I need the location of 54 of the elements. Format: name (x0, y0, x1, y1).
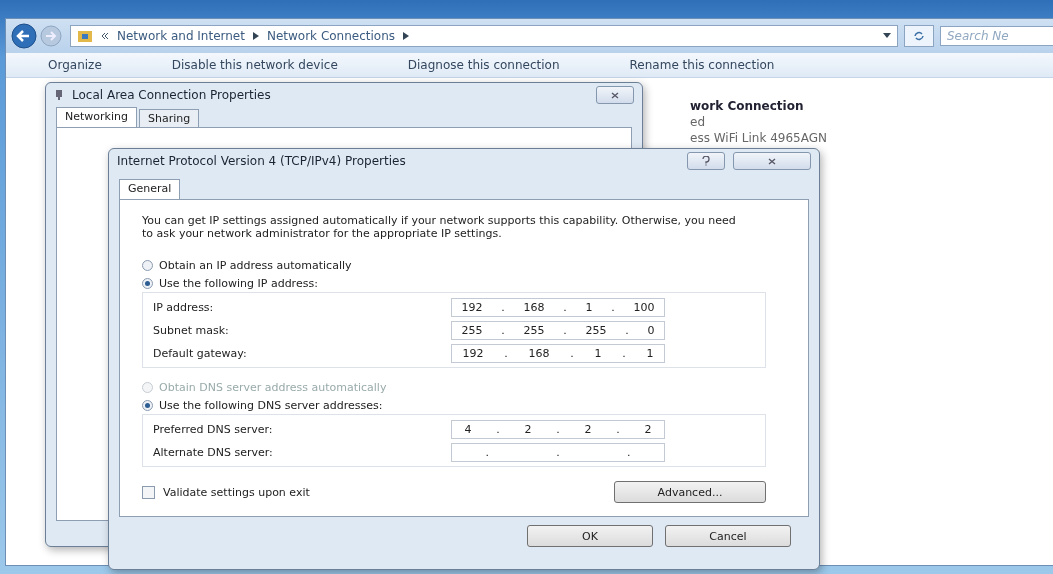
toolbar-item[interactable]: Rename this connection (629, 58, 775, 72)
radio-label: Use the following DNS server addresses: (159, 398, 383, 412)
ip-address-field[interactable]: . . . (451, 442, 665, 462)
radio-button[interactable] (142, 399, 153, 411)
ip-address-field[interactable]: 4 . 2 . 2 . 2 (451, 419, 665, 439)
advanced-button[interactable]: Advanced... (614, 481, 766, 503)
field-label: IP address: (153, 300, 214, 314)
ip-address-field[interactable]: 255 . 255 . 255 . 0 (451, 320, 665, 340)
breadcrumb-item[interactable]: Network Connections (266, 29, 396, 43)
window-title: Local Area Connection Properties (72, 88, 272, 102)
window-title: Internet Protocol Version 4 (TCP/IPv4) Properties (117, 154, 407, 168)
radio-label: Obtain DNS server address automatically (159, 380, 387, 394)
field-label: Alternate DNS server: (153, 445, 273, 459)
breadcrumb-item[interactable]: Network and Internet (117, 29, 245, 43)
connection-status: ed (690, 115, 706, 129)
connection-name: work Connection (690, 99, 805, 113)
radio-label: Use the following IP address: (159, 276, 318, 290)
field-label: Preferred DNS server: (153, 422, 273, 436)
refresh-button[interactable] (904, 25, 934, 47)
dialog-button[interactable]: OK (527, 525, 653, 547)
back-icon[interactable] (10, 22, 38, 50)
checkbox-label: Validate settings upon exit (163, 485, 310, 499)
chevron-icon[interactable] (252, 32, 259, 40)
radio-button[interactable] (142, 259, 153, 271)
toolbar-item[interactable]: Organize (48, 58, 102, 72)
intro-text: You can get IP settings assigned automatically if your network supports this capability. Otherwise, you need to ask your network administrator for the appropriate IP settings. (142, 214, 737, 240)
field-label: Subnet mask: (153, 323, 229, 337)
radio-button[interactable] (142, 277, 153, 289)
address-bar[interactable]: Network and Internet Network Connections (70, 25, 898, 47)
double-chevron-icon (101, 32, 109, 40)
network-icon (54, 89, 64, 101)
tab[interactable]: General (119, 179, 181, 199)
radio-label: Obtain an IP address automatically (159, 258, 352, 272)
adapter-name: ess WiFi Link 4965AGN (690, 131, 827, 145)
tab[interactable]: Sharing (138, 109, 200, 127)
toolbar-item[interactable]: Disable this network device (171, 58, 338, 72)
dialog-button[interactable]: Cancel (665, 525, 791, 547)
ip-address-field[interactable]: 192 . 168 . 1 . 1 (451, 343, 665, 363)
search-field[interactable]: Search Ne (940, 26, 1053, 46)
ip-address-field[interactable]: 192 . 168 . 1 . 100 (451, 297, 665, 317)
checkbox[interactable] (142, 485, 155, 499)
close-icon (768, 157, 776, 165)
close-button[interactable] (596, 86, 634, 104)
chevron-icon[interactable] (403, 32, 410, 40)
close-button[interactable] (733, 152, 811, 170)
help-button[interactable] (687, 152, 725, 170)
help-icon (702, 156, 710, 166)
network-folder-icon (77, 29, 93, 43)
close-icon (611, 91, 619, 99)
toolbar-item[interactable]: Diagnose this connection (407, 58, 560, 72)
refresh-icon (913, 31, 925, 41)
dropdown-icon[interactable] (883, 33, 891, 39)
tab[interactable]: Networking (56, 107, 137, 127)
field-label: Default gateway: (153, 346, 247, 360)
